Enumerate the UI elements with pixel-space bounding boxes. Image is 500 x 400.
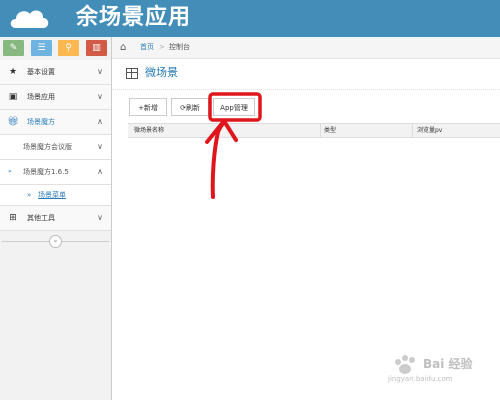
breadcrumb-current: 控制台: [169, 43, 190, 51]
sidebar-item-label: 场景菜单: [38, 191, 66, 199]
sitemap-icon: ⊞: [9, 213, 17, 223]
table-icon: [126, 68, 138, 79]
page-header: 微场景: [112, 59, 500, 90]
column-divider: [412, 124, 413, 137]
chevron-down-icon: ∨: [97, 142, 103, 151]
sidebar-item-label: 场景魔方: [27, 118, 55, 126]
sidebar-subitem-meeting[interactable]: 场景魔方会议版 ∨: [0, 135, 111, 160]
watermark-text: Bai 经验: [423, 357, 473, 371]
breadcrumb-home-link[interactable]: 首页: [140, 37, 154, 58]
top-navbar: 余场景应用: [0, 0, 500, 37]
search-icon: ⚲: [65, 43, 72, 53]
column-header-pv[interactable]: 浏览量pv: [417, 124, 442, 137]
home-icon: ⌂: [120, 42, 127, 53]
trash-icon: ▥: [92, 43, 101, 53]
double-chevron-icon: »: [27, 191, 32, 199]
watermark-url: jingyan.baidu.com: [388, 375, 453, 383]
sidebar-collapse[interactable]: «: [0, 231, 111, 251]
refresh-button[interactable]: ⟳刷新: [171, 98, 209, 116]
sidebar-item-scene-cube[interactable]: 🎁︎ 场景魔方 ∧: [0, 110, 111, 135]
sidebar-item-label: 基本设置: [27, 68, 55, 76]
sidebar-item-label: 场景魔方1.6.5: [23, 168, 69, 176]
chevron-down-icon: ∨: [97, 92, 103, 101]
chevron-down-icon: ∨: [97, 67, 103, 76]
column-header-name[interactable]: 微场景名称: [134, 124, 164, 137]
sidebar-item-scene-apps[interactable]: ▣ 场景应用 ∨: [0, 85, 111, 110]
table-header: 微场景名称 类型 浏览量pv: [128, 123, 500, 138]
list-icon: ☰: [37, 43, 46, 53]
pencil-icon: ✎: [9, 43, 18, 53]
search-shortcut-button[interactable]: ⚲: [58, 40, 79, 56]
sidebar-subitem-version[interactable]: » 场景魔方1.6.5 ∧: [0, 160, 111, 185]
add-button[interactable]: +新增: [129, 98, 167, 116]
breadcrumb: ⌂ 首页 > 控制台: [112, 37, 500, 59]
gift-icon: 🎁︎: [7, 117, 19, 127]
trash-shortcut-button[interactable]: ▥: [86, 40, 107, 56]
page-title: 微场景: [145, 66, 178, 79]
sidebar-item-label: 其他工具: [27, 214, 55, 222]
list-shortcut-button[interactable]: ☰: [31, 40, 52, 56]
app-brand-title: 余场景应用: [76, 5, 192, 30]
breadcrumb-separator: >: [159, 43, 165, 51]
column-header-type[interactable]: 类型: [324, 124, 336, 137]
chevron-up-icon: ∧: [97, 117, 103, 126]
sidebar-menu: ★ 基本设置 ∨ ▣ 场景应用 ∨ 🎁︎ 场景魔方 ∧ 场景魔方会议版 ∨ » …: [0, 60, 111, 251]
sidebar: ✎ ☰ ⚲ ▥ ★ 基本设置 ∨ ▣ 场景应用 ∨ 🎁︎ 场景魔方 ∧ 场景魔方…: [0, 37, 112, 400]
sidebar-item-basic-settings[interactable]: ★ 基本设置 ∨: [0, 60, 111, 85]
chevron-up-icon: ∧: [97, 167, 103, 176]
app-manage-button[interactable]: App管理: [213, 98, 255, 116]
refresh-label: 刷新: [185, 104, 200, 112]
sidebar-item-other-tools[interactable]: ⊞ 其他工具 ∨: [0, 206, 111, 231]
star-icon: ★: [8, 67, 18, 77]
column-divider: [320, 124, 321, 137]
briefcase-icon: ▣: [8, 92, 18, 102]
bullet-icon: »: [8, 168, 12, 175]
chevron-down-icon: ∨: [97, 213, 103, 222]
sidebar-item-label: 场景魔方会议版: [23, 143, 72, 151]
cloud-logo-icon: [10, 10, 49, 28]
sidebar-subitem-scene-menu[interactable]: » 场景菜单: [0, 185, 111, 206]
sidebar-shortcuts: ✎ ☰ ⚲ ▥: [0, 37, 111, 61]
pencil-shortcut-button[interactable]: ✎: [3, 40, 24, 56]
sidebar-item-label: 场景应用: [27, 93, 55, 101]
double-chevron-left-icon[interactable]: «: [49, 235, 62, 248]
